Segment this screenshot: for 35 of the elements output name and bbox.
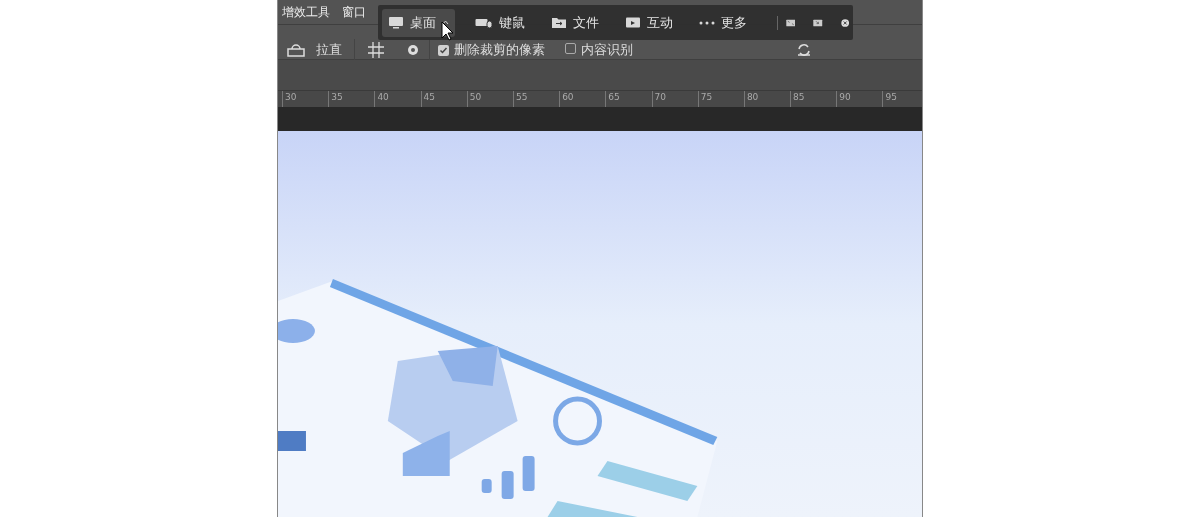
checkbox[interactable]: [565, 43, 576, 55]
ruler-label: 35: [331, 92, 343, 102]
checkbox[interactable]: [438, 44, 449, 56]
ruler-label: 95: [885, 92, 897, 102]
menu-item[interactable]: 窗口: [342, 3, 366, 21]
ruler-label: 80: [746, 92, 759, 102]
toolbar-tab[interactable]: 桌面: [382, 8, 455, 37]
grid-icon[interactable]: [367, 41, 385, 59]
checkbox-label: 内容识别: [581, 41, 633, 60]
ruler-label: 85: [793, 92, 805, 102]
more-icon: [699, 20, 715, 25]
ruler-label: 75: [700, 92, 713, 102]
ruler-label: 60: [562, 92, 574, 102]
toolbar-tab[interactable]: 键鼠: [469, 8, 531, 37]
ruler-label: 65: [608, 92, 620, 102]
menu-item[interactable]: 增效工具: [282, 3, 330, 21]
ruler-label: 40: [377, 92, 389, 102]
straighten-button[interactable]: 拉直: [316, 40, 342, 60]
ruler-label: 55: [515, 92, 528, 102]
toolbar-tab[interactable]: 互动: [619, 8, 679, 37]
keyboard-mouse-icon: [475, 16, 493, 29]
monitor-icon: [388, 16, 404, 29]
toolbar-tab[interactable]: 文件: [545, 8, 605, 37]
ruler-label: 90: [839, 92, 851, 102]
ruler-label: 70: [654, 92, 666, 102]
reset-icon[interactable]: [796, 43, 812, 57]
window-icon: [625, 16, 641, 29]
checkbox-label: 删除裁剪的像素: [454, 41, 545, 60]
toolbar-tab[interactable]: 更多: [693, 8, 753, 37]
mouse-cursor-icon: [441, 21, 454, 41]
ruler-label: 50: [469, 92, 482, 102]
ruler-label: 45: [423, 92, 435, 102]
level-icon[interactable]: [287, 43, 305, 57]
ruler-label: 30: [285, 92, 297, 102]
folder-icon: [551, 16, 567, 29]
